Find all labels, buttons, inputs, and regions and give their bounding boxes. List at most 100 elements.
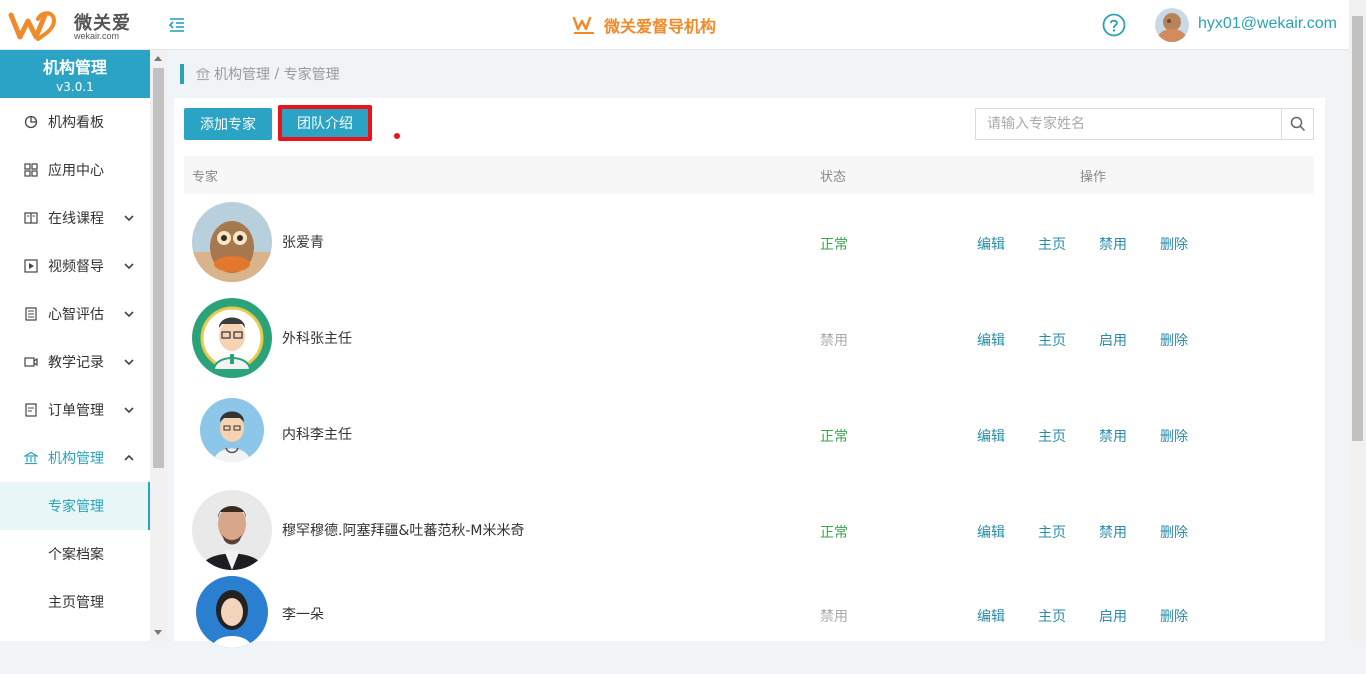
expert-name: 内科李主任 — [282, 427, 352, 443]
header-brand: 微关爱督导机构 — [572, 12, 716, 38]
search-icon — [1290, 116, 1305, 132]
delete-link[interactable]: 删除 — [1160, 234, 1188, 254]
table-row: 内科李主任 正常 编辑 主页 禁用 删除 — [184, 386, 1314, 482]
pie-chart-icon — [24, 115, 38, 129]
book-icon — [24, 212, 38, 224]
top-header: 微关爱 wekair.com 微关爱督导机构 hyx01@wekair.com — [0, 0, 1366, 50]
sidebar-item-assessment[interactable]: 心智评估 — [0, 290, 150, 338]
help-icon[interactable] — [1102, 13, 1126, 37]
breadcrumb-separator: / — [270, 66, 284, 82]
sidebar-item-online-courses[interactable]: 在线课程 — [0, 194, 150, 242]
document-icon — [25, 403, 37, 417]
edit-link[interactable]: 编辑 — [977, 330, 1005, 350]
institution-icon — [24, 451, 38, 465]
sidebar-item-label: 订单管理 — [48, 403, 104, 419]
sidebar-item-institution[interactable]: 机构管理 — [0, 434, 150, 482]
sidebar-scrollbar[interactable] — [150, 50, 167, 641]
scrollbar-thumb[interactable] — [1352, 16, 1363, 441]
chevron-up-icon — [124, 454, 134, 461]
column-header-expert: 专家 — [192, 169, 219, 185]
toggle-status-link[interactable]: 启用 — [1099, 330, 1127, 350]
sidebar-version: v3.0.1 — [56, 80, 94, 94]
logo-url: wekair.com — [74, 31, 120, 41]
edit-link[interactable]: 编辑 — [977, 522, 1005, 542]
chevron-down-icon — [124, 359, 134, 366]
delete-link[interactable]: 删除 — [1160, 606, 1188, 626]
expert-avatar — [200, 398, 264, 462]
search-button[interactable] — [1281, 109, 1313, 139]
page-scrollbar[interactable] — [1349, 0, 1366, 641]
search-input[interactable] — [976, 109, 1281, 139]
table-row: 外科张主任 禁用 编辑 主页 启用 删除 — [184, 290, 1314, 386]
sidebar-title: 机构管理 — [42, 58, 107, 77]
brand-logo[interactable]: 微关爱 wekair.com — [8, 7, 138, 43]
homepage-link[interactable]: 主页 — [1038, 426, 1066, 446]
edit-link[interactable]: 编辑 — [977, 426, 1005, 446]
menu-collapse-icon[interactable] — [168, 16, 186, 34]
institution-icon — [196, 67, 210, 81]
homepage-link[interactable]: 主页 — [1038, 522, 1066, 542]
red-marker-dot — [394, 133, 400, 139]
sidebar-header: 机构管理 v3.0.1 — [0, 50, 150, 98]
toggle-status-link[interactable]: 禁用 — [1099, 234, 1127, 254]
sidebar-item-orders[interactable]: 订单管理 — [0, 386, 150, 434]
scroll-up-icon[interactable] — [154, 56, 162, 61]
homepage-link[interactable]: 主页 — [1038, 234, 1066, 254]
expert-name: 李一朵 — [282, 607, 324, 623]
table-row: 穆罕穆德.阿塞拜疆&吐蕃范秋-M米米奇 正常 编辑 主页 禁用 删除 — [184, 482, 1314, 578]
grid-icon — [24, 163, 38, 177]
video-icon — [24, 357, 38, 367]
expert-name: 张爱青 — [282, 235, 324, 251]
delete-link[interactable]: 删除 — [1160, 522, 1188, 542]
expert-name: 外科张主任 — [282, 331, 352, 347]
sidebar-item-label: 心智评估 — [48, 307, 104, 323]
status-label: 正常 — [820, 429, 848, 445]
column-header-actions: 操作 — [1080, 169, 1107, 185]
sidebar-subitem-homepage[interactable]: 主页管理 — [0, 578, 150, 626]
expert-avatar — [196, 576, 268, 648]
toggle-status-link[interactable]: 禁用 — [1099, 522, 1127, 542]
search-box — [975, 108, 1314, 140]
team-intro-button[interactable]: 团队介绍 — [278, 105, 372, 141]
sidebar-item-dashboard[interactable]: 机构看板 — [0, 98, 150, 146]
sidebar-item-label: 在线课程 — [48, 211, 104, 227]
logo-mark-icon — [8, 11, 57, 41]
scroll-down-icon[interactable] — [154, 630, 162, 635]
user-email[interactable]: hyx01@wekair.com — [1198, 15, 1337, 33]
breadcrumb-root[interactable]: 机构管理 — [214, 64, 270, 84]
sidebar-item-label: 应用中心 — [48, 163, 104, 179]
user-avatar[interactable] — [1155, 8, 1189, 42]
edit-link[interactable]: 编辑 — [977, 606, 1005, 626]
chevron-down-icon — [124, 311, 134, 318]
add-expert-button[interactable]: 添加专家 — [184, 108, 272, 140]
expert-avatar — [192, 490, 272, 570]
toggle-status-link[interactable]: 启用 — [1099, 606, 1127, 626]
breadcrumb: 机构管理 / 专家管理 — [180, 64, 340, 84]
sidebar-item-label: 教学记录 — [48, 355, 104, 371]
sidebar-item-video-supervision[interactable]: 视频督导 — [0, 242, 150, 290]
status-label: 禁用 — [820, 333, 848, 349]
sidebar-subitem-experts[interactable]: 专家管理 — [0, 482, 150, 530]
mini-logo-icon — [572, 16, 594, 34]
chevron-down-icon — [124, 407, 134, 414]
content-card: 添加专家 团队介绍 专家 状态 操作 — [174, 98, 1325, 648]
homepage-link[interactable]: 主页 — [1038, 606, 1066, 626]
sidebar-item-teaching-records[interactable]: 教学记录 — [0, 338, 150, 386]
edit-link[interactable]: 编辑 — [977, 234, 1005, 254]
delete-link[interactable]: 删除 — [1160, 426, 1188, 446]
experts-table: 专家 状态 操作 张爱青 正常 编辑 主页 禁用 删除 外科张主任 禁用 编辑 … — [184, 156, 1314, 674]
sidebar-item-app-center[interactable]: 应用中心 — [0, 146, 150, 194]
status-label: 禁用 — [820, 609, 848, 625]
sidebar-item-label: 机构看板 — [48, 115, 104, 131]
sidebar: 机构管理 v3.0.1 机构看板 应用中心 在线课程 视频督导 心智评估 教学记… — [0, 50, 150, 641]
list-icon — [25, 307, 37, 321]
delete-link[interactable]: 删除 — [1160, 330, 1188, 350]
chevron-down-icon — [124, 215, 134, 222]
expert-avatar — [192, 298, 272, 378]
breadcrumb-current: 专家管理 — [283, 67, 340, 83]
sidebar-subitem-case-files[interactable]: 个案档案 — [0, 530, 150, 578]
homepage-link[interactable]: 主页 — [1038, 330, 1066, 350]
status-label: 正常 — [820, 525, 848, 541]
toggle-status-link[interactable]: 禁用 — [1099, 426, 1127, 446]
scrollbar-thumb[interactable] — [153, 68, 164, 468]
